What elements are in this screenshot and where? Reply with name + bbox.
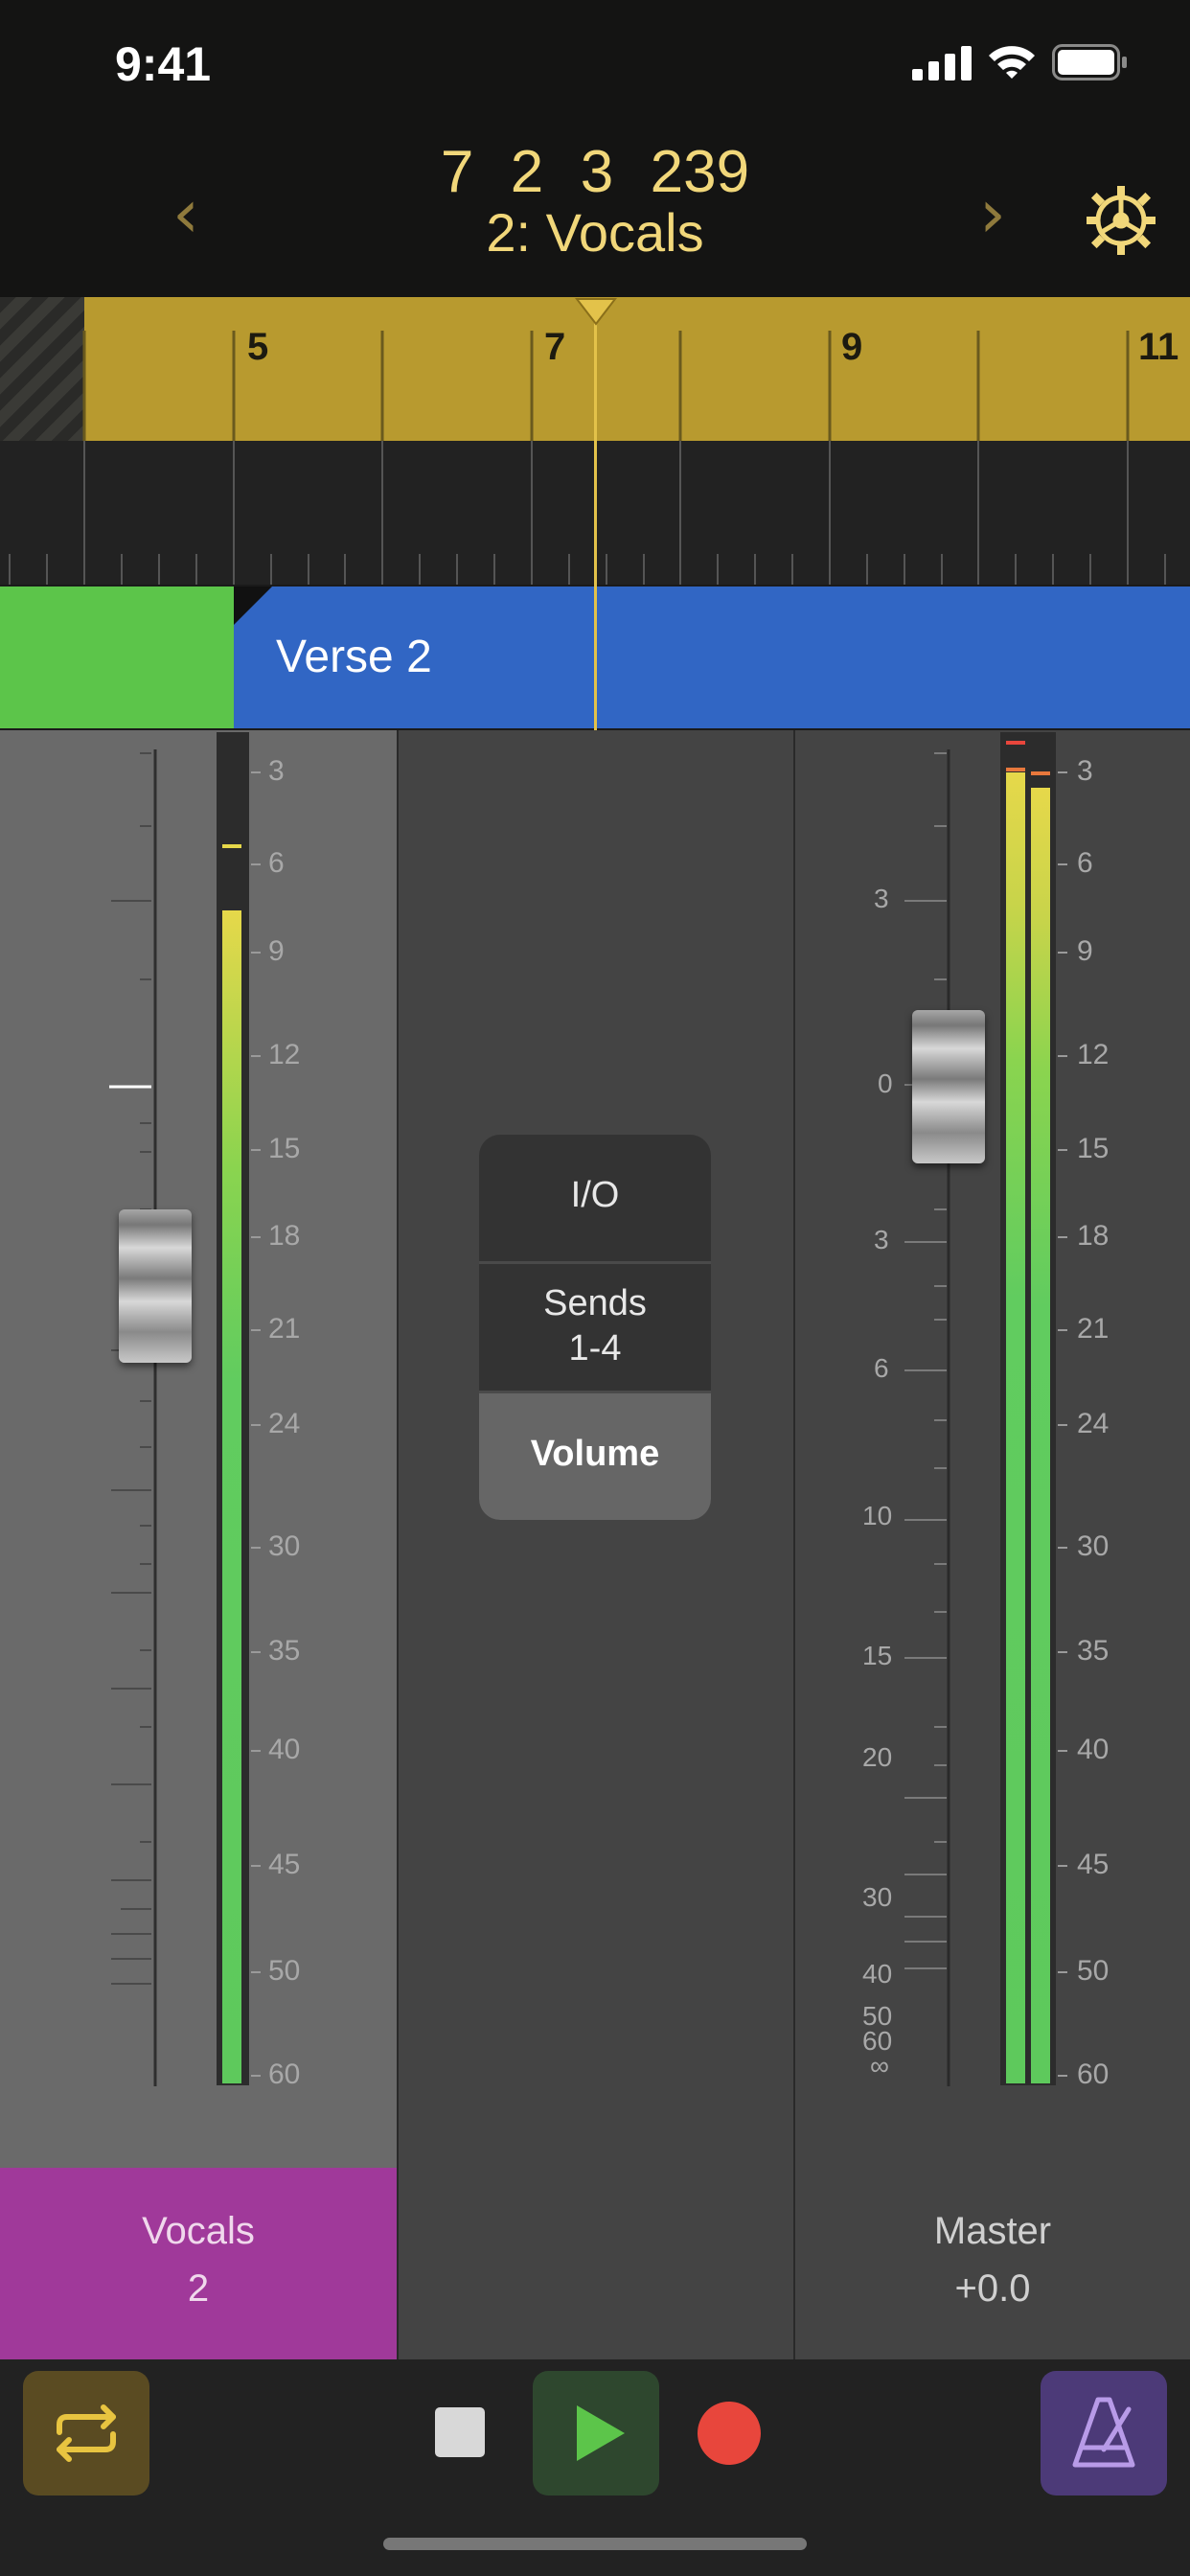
master-channel-name: Master bbox=[933, 2210, 1052, 2252]
mixer-view-menu: I/O Sends 1-4 Volume bbox=[479, 1135, 711, 1520]
mixer-center-panel bbox=[399, 730, 793, 2359]
vocals-meter-label: 21 bbox=[268, 1313, 301, 1345]
master-meter-label: 6 bbox=[1077, 847, 1093, 879]
position-division: 3 bbox=[580, 139, 614, 205]
position-beat: 2 bbox=[510, 139, 544, 205]
ruler-label-bar-5: 5 bbox=[247, 326, 269, 368]
sends-label: Sends bbox=[543, 1283, 647, 1323]
master-meter-label: 35 bbox=[1077, 1635, 1110, 1667]
master-meter-label: 12 bbox=[1077, 1039, 1110, 1070]
master-meter-label: 45 bbox=[1077, 1849, 1110, 1880]
vocals-channel-label[interactable] bbox=[0, 2168, 397, 2359]
volume-label: Volume bbox=[530, 1434, 660, 1474]
cycle-icon bbox=[57, 2404, 116, 2462]
battery-icon bbox=[1052, 44, 1127, 80]
vocals-meter-level bbox=[222, 910, 241, 2083]
io-label: I/O bbox=[570, 1175, 620, 1215]
sends-button[interactable]: Sends 1-4 bbox=[479, 1264, 711, 1393]
master-fader-label: 30 bbox=[862, 1882, 893, 1912]
position-tick: 239 bbox=[650, 139, 750, 205]
master-fader-label: 3 bbox=[874, 1225, 889, 1254]
vocals-meter-peak bbox=[222, 844, 241, 848]
vocals-volume-fader[interactable] bbox=[119, 1209, 192, 1363]
vocals-meter-label: 35 bbox=[268, 1635, 301, 1667]
vocals-meter-label: 30 bbox=[268, 1530, 301, 1562]
master-meter-label: 3 bbox=[1077, 755, 1093, 787]
master-meter-left-level bbox=[1006, 772, 1025, 2083]
master-fader-label: 20 bbox=[862, 1742, 893, 1772]
control-bar: ‹ 7 2 3 239 2: Vocals › bbox=[0, 125, 1190, 297]
status-bar: 9:41 bbox=[0, 0, 1190, 125]
master-volume-value: +0.0 bbox=[954, 2267, 1031, 2310]
vocals-meter-label: 6 bbox=[268, 847, 285, 879]
vocals-fader-scale bbox=[109, 749, 157, 2086]
ruler-label-bar-9: 9 bbox=[841, 326, 863, 368]
play-button[interactable] bbox=[533, 2371, 659, 2496]
vocals-meter-label: 60 bbox=[268, 2058, 301, 2090]
volume-button[interactable]: Volume bbox=[479, 1393, 711, 1520]
playhead-handle-icon[interactable] bbox=[575, 297, 617, 326]
master-meter-label: 21 bbox=[1077, 1313, 1110, 1345]
ruler-label-bar-7: 7 bbox=[544, 326, 566, 368]
vocals-channel-number: 2 bbox=[187, 2267, 210, 2310]
vocals-meter-label: 12 bbox=[268, 1039, 301, 1070]
playhead-line[interactable] bbox=[594, 305, 597, 730]
status-time: 9:41 bbox=[115, 37, 212, 91]
vocals-channel-name: Vocals bbox=[142, 2210, 255, 2252]
vocals-meter-label: 3 bbox=[268, 755, 285, 787]
vocals-meter-label: 18 bbox=[268, 1220, 301, 1252]
home-indicator[interactable] bbox=[383, 2538, 807, 2550]
master-meter-label: 60 bbox=[1077, 2058, 1110, 2090]
metronome-icon bbox=[1072, 2397, 1135, 2468]
vocals-meter-label: 24 bbox=[268, 1408, 301, 1439]
wifi-icon bbox=[989, 46, 1035, 79]
vocals-meter-label: 40 bbox=[268, 1734, 301, 1765]
master-fader-label: 0 bbox=[878, 1069, 893, 1098]
playhead-position-display[interactable]: 7 2 3 239 bbox=[0, 138, 1190, 206]
vocals-meter-label: 45 bbox=[268, 1849, 301, 1880]
master-meter-left-hold bbox=[1006, 768, 1025, 771]
next-track-button[interactable]: › bbox=[979, 174, 1006, 253]
master-fader-label: 15 bbox=[862, 1641, 893, 1670]
master-meter-right-level bbox=[1031, 788, 1050, 2083]
sends-range-label: 1-4 bbox=[568, 1328, 622, 1368]
divider bbox=[397, 730, 399, 2359]
master-fader-label: ∞ bbox=[870, 2051, 889, 2081]
region-loop-corner bbox=[234, 586, 272, 625]
master-meter-label: 40 bbox=[1077, 1734, 1110, 1765]
master-meter-label: 30 bbox=[1077, 1530, 1110, 1562]
vocals-meter-label: 9 bbox=[268, 935, 285, 967]
track-name: 2: Vocals bbox=[486, 202, 704, 263]
master-meter-label: 18 bbox=[1077, 1220, 1110, 1252]
vocals-meter-label: 50 bbox=[268, 1955, 301, 1987]
record-button[interactable] bbox=[698, 2402, 761, 2465]
ruler-label-bar-11: 11 bbox=[1138, 326, 1179, 368]
master-meter-left-peak bbox=[1006, 741, 1025, 745]
cycle-button[interactable] bbox=[23, 2371, 149, 2496]
master-fader-label: 40 bbox=[862, 1959, 893, 1989]
master-fader-label: 6 bbox=[874, 1353, 889, 1383]
master-meter-right-peak bbox=[1031, 771, 1050, 775]
stop-button[interactable] bbox=[435, 2407, 485, 2457]
cellular-signal-icon bbox=[912, 46, 972, 80]
master-channel-label[interactable] bbox=[795, 2168, 1190, 2359]
vocals-meter-label: 15 bbox=[268, 1133, 301, 1164]
master-volume-fader[interactable] bbox=[912, 1010, 985, 1163]
master-fader-label: 10 bbox=[862, 1501, 893, 1530]
master-meter-label: 24 bbox=[1077, 1408, 1110, 1439]
region-name: Verse 2 bbox=[276, 632, 432, 682]
master-meter-label: 50 bbox=[1077, 1955, 1110, 1987]
play-icon bbox=[577, 2405, 625, 2461]
metronome-button[interactable] bbox=[1041, 2371, 1167, 2496]
region-previous[interactable] bbox=[0, 586, 234, 728]
settings-gear-icon[interactable] bbox=[1083, 182, 1159, 259]
master-fader-label: 3 bbox=[874, 884, 889, 913]
master-meter-label: 9 bbox=[1077, 935, 1093, 967]
master-meter-label: 15 bbox=[1077, 1133, 1110, 1164]
io-button[interactable]: I/O bbox=[479, 1135, 711, 1264]
position-bar: 7 bbox=[440, 139, 474, 205]
